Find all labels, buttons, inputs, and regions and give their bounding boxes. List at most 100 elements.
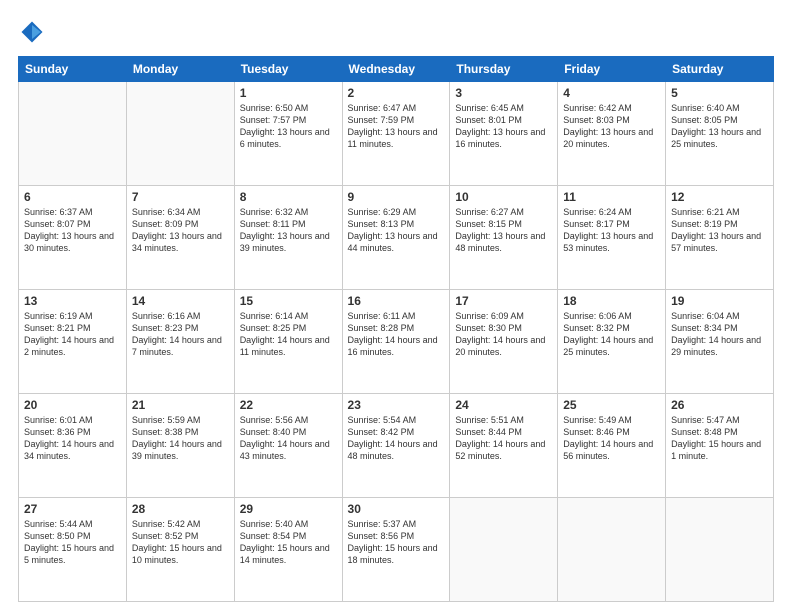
- calendar-cell: 23 Sunrise: 5:54 AM Sunset: 8:42 PM Dayli…: [342, 394, 450, 498]
- day-info: Sunrise: 6:24 AM Sunset: 8:17 PM Dayligh…: [563, 206, 660, 255]
- day-info: Sunrise: 6:01 AM Sunset: 8:36 PM Dayligh…: [24, 414, 121, 463]
- calendar-cell: 19 Sunrise: 6:04 AM Sunset: 8:34 PM Dayli…: [666, 290, 774, 394]
- calendar-cell: 17 Sunrise: 6:09 AM Sunset: 8:30 PM Dayli…: [450, 290, 558, 394]
- day-info: Sunrise: 5:59 AM Sunset: 8:38 PM Dayligh…: [132, 414, 229, 463]
- day-info: Sunrise: 6:04 AM Sunset: 8:34 PM Dayligh…: [671, 310, 768, 359]
- calendar-header-monday: Monday: [126, 57, 234, 82]
- day-number: 17: [455, 294, 552, 308]
- calendar-cell: 8 Sunrise: 6:32 AM Sunset: 8:11 PM Daylig…: [234, 186, 342, 290]
- logo: [18, 18, 50, 46]
- day-info: Sunrise: 6:42 AM Sunset: 8:03 PM Dayligh…: [563, 102, 660, 151]
- day-number: 12: [671, 190, 768, 204]
- day-info: Sunrise: 6:32 AM Sunset: 8:11 PM Dayligh…: [240, 206, 337, 255]
- day-number: 21: [132, 398, 229, 412]
- calendar-header-friday: Friday: [558, 57, 666, 82]
- day-info: Sunrise: 6:37 AM Sunset: 8:07 PM Dayligh…: [24, 206, 121, 255]
- day-info: Sunrise: 5:37 AM Sunset: 8:56 PM Dayligh…: [348, 518, 445, 567]
- calendar-cell: [19, 82, 127, 186]
- day-info: Sunrise: 5:49 AM Sunset: 8:46 PM Dayligh…: [563, 414, 660, 463]
- calendar-week-2: 6 Sunrise: 6:37 AM Sunset: 8:07 PM Daylig…: [19, 186, 774, 290]
- day-number: 13: [24, 294, 121, 308]
- day-number: 1: [240, 86, 337, 100]
- calendar-cell: 27 Sunrise: 5:44 AM Sunset: 8:50 PM Dayli…: [19, 498, 127, 602]
- day-number: 23: [348, 398, 445, 412]
- calendar-header-tuesday: Tuesday: [234, 57, 342, 82]
- day-info: Sunrise: 6:19 AM Sunset: 8:21 PM Dayligh…: [24, 310, 121, 359]
- day-info: Sunrise: 5:44 AM Sunset: 8:50 PM Dayligh…: [24, 518, 121, 567]
- calendar-week-5: 27 Sunrise: 5:44 AM Sunset: 8:50 PM Dayli…: [19, 498, 774, 602]
- calendar-cell: 2 Sunrise: 6:47 AM Sunset: 7:59 PM Daylig…: [342, 82, 450, 186]
- calendar-cell: 14 Sunrise: 6:16 AM Sunset: 8:23 PM Dayli…: [126, 290, 234, 394]
- day-number: 18: [563, 294, 660, 308]
- day-number: 2: [348, 86, 445, 100]
- day-info: Sunrise: 6:09 AM Sunset: 8:30 PM Dayligh…: [455, 310, 552, 359]
- day-info: Sunrise: 6:45 AM Sunset: 8:01 PM Dayligh…: [455, 102, 552, 151]
- calendar-cell: 16 Sunrise: 6:11 AM Sunset: 8:28 PM Dayli…: [342, 290, 450, 394]
- day-number: 7: [132, 190, 229, 204]
- calendar-cell: 4 Sunrise: 6:42 AM Sunset: 8:03 PM Daylig…: [558, 82, 666, 186]
- day-number: 10: [455, 190, 552, 204]
- day-number: 15: [240, 294, 337, 308]
- day-number: 11: [563, 190, 660, 204]
- day-info: Sunrise: 6:16 AM Sunset: 8:23 PM Dayligh…: [132, 310, 229, 359]
- day-number: 14: [132, 294, 229, 308]
- calendar-cell: 30 Sunrise: 5:37 AM Sunset: 8:56 PM Dayli…: [342, 498, 450, 602]
- day-info: Sunrise: 6:14 AM Sunset: 8:25 PM Dayligh…: [240, 310, 337, 359]
- day-number: 8: [240, 190, 337, 204]
- calendar-week-3: 13 Sunrise: 6:19 AM Sunset: 8:21 PM Dayli…: [19, 290, 774, 394]
- day-number: 20: [24, 398, 121, 412]
- day-info: Sunrise: 6:21 AM Sunset: 8:19 PM Dayligh…: [671, 206, 768, 255]
- day-number: 4: [563, 86, 660, 100]
- calendar-cell: 9Sunrise: 6:29 AM Sunset: 8:13 PM Daylig…: [342, 186, 450, 290]
- day-info: Sunrise: 5:40 AM Sunset: 8:54 PM Dayligh…: [240, 518, 337, 567]
- day-number: 29: [240, 502, 337, 516]
- day-info: Sunrise: 5:56 AM Sunset: 8:40 PM Dayligh…: [240, 414, 337, 463]
- calendar-cell: [558, 498, 666, 602]
- day-info: Sunrise: 6:29 AM Sunset: 8:13 PM Dayligh…: [348, 206, 445, 255]
- day-number: 3: [455, 86, 552, 100]
- calendar-cell: 21 Sunrise: 5:59 AM Sunset: 8:38 PM Dayli…: [126, 394, 234, 498]
- day-info: Sunrise: 6:47 AM Sunset: 7:59 PM Dayligh…: [348, 102, 445, 151]
- calendar-header-sunday: Sunday: [19, 57, 127, 82]
- day-info: Sunrise: 6:11 AM Sunset: 8:28 PM Dayligh…: [348, 310, 445, 359]
- day-number: 28: [132, 502, 229, 516]
- day-number: 16: [348, 294, 445, 308]
- day-info: Sunrise: 5:54 AM Sunset: 8:42 PM Dayligh…: [348, 414, 445, 463]
- calendar-cell: 26Sunrise: 5:47 AM Sunset: 8:48 PM Dayli…: [666, 394, 774, 498]
- calendar-cell: 11 Sunrise: 6:24 AM Sunset: 8:17 PM Dayli…: [558, 186, 666, 290]
- day-number: 26: [671, 398, 768, 412]
- calendar-cell: 5Sunrise: 6:40 AM Sunset: 8:05 PM Daylig…: [666, 82, 774, 186]
- calendar-header-saturday: Saturday: [666, 57, 774, 82]
- day-info: Sunrise: 5:42 AM Sunset: 8:52 PM Dayligh…: [132, 518, 229, 567]
- day-info: Sunrise: 6:06 AM Sunset: 8:32 PM Dayligh…: [563, 310, 660, 359]
- calendar-cell: [666, 498, 774, 602]
- calendar-week-4: 20 Sunrise: 6:01 AM Sunset: 8:36 PM Dayli…: [19, 394, 774, 498]
- calendar-cell: 12 Sunrise: 6:21 AM Sunset: 8:19 PM Dayli…: [666, 186, 774, 290]
- logo-icon: [18, 18, 46, 46]
- calendar-cell: 7Sunrise: 6:34 AM Sunset: 8:09 PM Daylig…: [126, 186, 234, 290]
- calendar-cell: 25 Sunrise: 5:49 AM Sunset: 8:46 PM Dayli…: [558, 394, 666, 498]
- day-number: 27: [24, 502, 121, 516]
- day-number: 22: [240, 398, 337, 412]
- calendar-header-wednesday: Wednesday: [342, 57, 450, 82]
- day-info: Sunrise: 6:40 AM Sunset: 8:05 PM Dayligh…: [671, 102, 768, 151]
- calendar-cell: [450, 498, 558, 602]
- calendar-cell: 1 Sunrise: 6:50 AM Sunset: 7:57 PM Daylig…: [234, 82, 342, 186]
- calendar-cell: 10Sunrise: 6:27 AM Sunset: 8:15 PM Dayli…: [450, 186, 558, 290]
- calendar-cell: 3 Sunrise: 6:45 AM Sunset: 8:01 PM Daylig…: [450, 82, 558, 186]
- day-info: Sunrise: 6:50 AM Sunset: 7:57 PM Dayligh…: [240, 102, 337, 151]
- calendar-cell: 24Sunrise: 5:51 AM Sunset: 8:44 PM Dayli…: [450, 394, 558, 498]
- header: [18, 18, 774, 46]
- day-info: Sunrise: 5:51 AM Sunset: 8:44 PM Dayligh…: [455, 414, 552, 463]
- calendar-cell: [126, 82, 234, 186]
- day-number: 25: [563, 398, 660, 412]
- calendar-cell: 15 Sunrise: 6:14 AM Sunset: 8:25 PM Dayli…: [234, 290, 342, 394]
- calendar-header-thursday: Thursday: [450, 57, 558, 82]
- day-number: 6: [24, 190, 121, 204]
- calendar-cell: 18 Sunrise: 6:06 AM Sunset: 8:32 PM Dayli…: [558, 290, 666, 394]
- calendar-table: SundayMondayTuesdayWednesdayThursdayFrid…: [18, 56, 774, 602]
- calendar-cell: 6 Sunrise: 6:37 AM Sunset: 8:07 PM Daylig…: [19, 186, 127, 290]
- day-number: 19: [671, 294, 768, 308]
- calendar-cell: 28 Sunrise: 5:42 AM Sunset: 8:52 PM Dayli…: [126, 498, 234, 602]
- day-number: 30: [348, 502, 445, 516]
